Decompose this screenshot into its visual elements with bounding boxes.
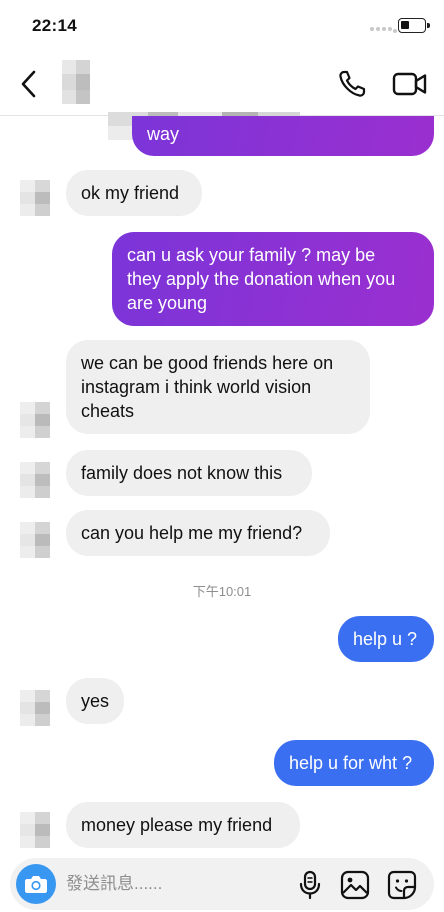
outgoing-message[interactable]: way xyxy=(132,116,434,156)
back-button[interactable] xyxy=(16,68,44,100)
contact-avatar-small[interactable] xyxy=(20,462,50,498)
contact-avatar[interactable] xyxy=(62,60,100,104)
outgoing-message[interactable]: help u ? xyxy=(338,616,434,662)
video-camera-icon xyxy=(392,72,427,96)
microphone-icon xyxy=(299,870,321,900)
incoming-message[interactable]: can you help me my friend? xyxy=(66,510,330,556)
battery-icon xyxy=(398,18,430,33)
message-list[interactable]: way ok my friend can u ask your family ?… xyxy=(0,116,444,856)
voice-call-button[interactable] xyxy=(336,68,368,100)
image-icon xyxy=(340,870,370,900)
contact-avatar-small[interactable] xyxy=(20,812,50,848)
gallery-button[interactable] xyxy=(340,870,370,900)
incoming-message[interactable]: we can be good friends here on instagram… xyxy=(66,340,370,434)
outgoing-message[interactable]: can u ask your family ? may be they appl… xyxy=(112,232,434,326)
wifi-icon xyxy=(393,29,397,33)
message-composer xyxy=(10,858,434,910)
camera-icon xyxy=(25,876,47,893)
sticker-icon xyxy=(387,870,417,900)
sticker-button[interactable] xyxy=(386,869,418,901)
status-bar: 22:14 xyxy=(0,0,444,50)
contact-avatar-small[interactable] xyxy=(20,180,50,216)
video-call-button[interactable] xyxy=(392,70,428,98)
voice-message-button[interactable] xyxy=(296,870,324,900)
phone-icon xyxy=(339,70,366,97)
incoming-message[interactable]: ok my friend xyxy=(66,170,202,216)
chat-header xyxy=(0,50,444,140)
incoming-message[interactable]: family does not know this xyxy=(66,450,312,496)
camera-button[interactable] xyxy=(16,864,56,904)
contact-avatar-small[interactable] xyxy=(20,690,50,726)
incoming-message[interactable]: money please my friend xyxy=(66,802,300,848)
message-input[interactable] xyxy=(66,858,286,910)
signal-icon xyxy=(370,27,392,33)
contact-avatar-small[interactable] xyxy=(20,522,50,558)
incoming-message[interactable]: yes xyxy=(66,678,124,724)
chevron-left-icon xyxy=(21,70,36,98)
outgoing-message[interactable]: help u for wht ? xyxy=(274,740,434,786)
message-timestamp: 下午10:01 xyxy=(192,584,252,599)
status-time: 22:14 xyxy=(32,16,77,35)
contact-avatar-small[interactable] xyxy=(20,402,50,438)
